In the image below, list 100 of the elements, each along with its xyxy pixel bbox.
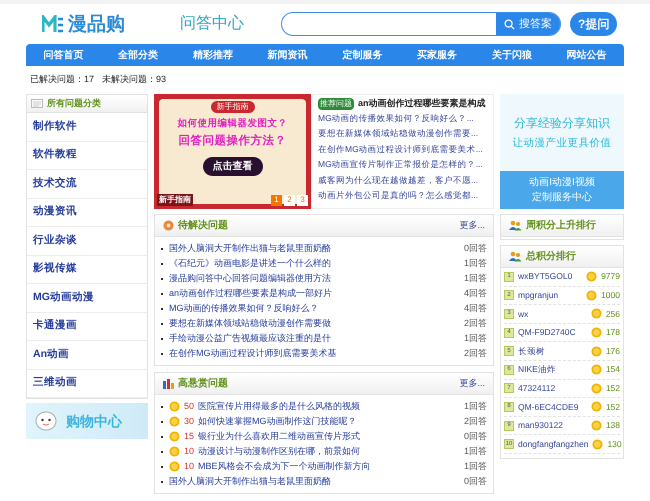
guide-banner[interactable]: 新手指南 如何使用编辑器发图文？ 回答问题操作方法？ 点击查看 新手指南 1 2 3 (154, 94, 311, 209)
answer-count: 1回答 (464, 400, 487, 413)
banner-caption: 新手指南 (157, 194, 193, 206)
user-name[interactable]: QM-F9D2740C (518, 326, 587, 339)
recommend-link[interactable]: MG动画宣传片制作正常报价是怎样的？... (318, 157, 487, 172)
coin-icon (590, 308, 602, 320)
question-link[interactable]: 国外人脑洞大开制作出猫与老鼠里面奶酪 (169, 474, 464, 488)
recommend-link[interactable]: 在创作MG动画过程设计师到底需要美术... (318, 142, 487, 157)
user-name[interactable]: QM-6EC4CDE9 (518, 400, 587, 414)
users-icon (509, 251, 522, 262)
users-icon (509, 220, 522, 231)
coin-icon (590, 346, 602, 357)
shop-banner-text: 购物中心 (66, 412, 122, 430)
answer-count: 1回答 (464, 272, 487, 285)
search-button[interactable]: 搜答案 (496, 13, 560, 35)
question-link[interactable]: an动画创作过程哪些要素是构成一部好片 (169, 286, 464, 300)
banner-badge: 新手指南 (210, 101, 254, 113)
reward-points: 10 (184, 460, 194, 473)
category-link[interactable]: 制作软件 (27, 113, 147, 142)
question-link[interactable]: 手绘动漫公益广告视频最应该注重的是什 (169, 332, 464, 346)
answer-count: 1回答 (464, 256, 487, 270)
category-link[interactable]: 影视传媒 (27, 256, 147, 284)
recommend-link[interactable]: 要想在新媒体领域站稳做动漫创作需要... (318, 126, 487, 142)
category-link[interactable]: 卡通漫画 (27, 312, 147, 341)
reward-points: 30 (184, 414, 194, 428)
nav-link[interactable]: 全部分类 (100, 44, 176, 66)
nav-link[interactable]: 新闻资讯 (250, 44, 325, 66)
search-field[interactable]: 搜答案 (281, 12, 561, 36)
category-link[interactable]: 动漫资讯 (27, 198, 147, 227)
user-name[interactable]: 长颈树 (518, 344, 587, 358)
ad-text: 让动漫产业更具价值 (512, 136, 612, 151)
more-link[interactable]: 更多... (459, 376, 485, 390)
points-value: 256 (606, 308, 620, 320)
coin-icon (590, 364, 602, 376)
sidebar-title: 所有问题分类 (47, 96, 101, 110)
user-name[interactable]: wx (518, 308, 587, 320)
question-link[interactable]: MG动画的传播效果如何？反响好么？ (169, 302, 464, 316)
ad-text: 定制服务中心 (532, 190, 592, 205)
list-icon (31, 99, 43, 108)
question-link[interactable]: 要想在新媒体领域站稳做动漫创作需要做 (169, 316, 464, 330)
nav-link[interactable]: 网站公告 (549, 44, 624, 66)
answer-count: 2回答 (464, 316, 487, 330)
recommend-link[interactable]: 动画片外包公司是真的吗？怎么感觉都... (318, 188, 487, 204)
category-link[interactable]: 三维动画 (27, 370, 147, 398)
section-title: 问答中心 (180, 14, 245, 34)
bar-chart-icon (163, 378, 174, 388)
category-link[interactable]: 软件教程 (27, 142, 147, 170)
coin-icon (169, 401, 180, 412)
answer-count: 1回答 (464, 332, 487, 345)
answer-count: 0回答 (464, 474, 487, 488)
category-link[interactable]: 技术交流 (27, 170, 147, 198)
user-name[interactable]: dongfangfangzhen (518, 438, 588, 451)
stats-text: 已解决问题：17 (30, 73, 94, 86)
category-link[interactable]: MG动画动漫 (27, 284, 147, 312)
ask-button[interactable]: ?提问 (570, 12, 618, 36)
recommend-link[interactable]: 威客网为什么现在越做越差，客户不愿... (318, 172, 487, 188)
user-name[interactable]: man930122 (518, 419, 587, 432)
recommend-title: an动画创作过程哪些要素是构成 (358, 97, 486, 110)
question-link[interactable]: 漫品购问答中心回答问题编辑器使用方法 (169, 272, 464, 286)
coin-icon (586, 290, 598, 301)
question-link[interactable]: 《石纪元》动画电影是讲述一个什么样的 (169, 256, 464, 270)
points-value: 9779 (601, 270, 620, 284)
points-value: 138 (606, 419, 620, 432)
coin-icon (586, 271, 598, 282)
coin-icon (590, 327, 602, 338)
logo-text: 漫品购 (68, 14, 125, 34)
user-name[interactable]: 47324112 (518, 382, 587, 395)
coin-icon (169, 461, 180, 472)
question-link[interactable]: 在创作MG动画过程设计师到底需要美术基 (169, 346, 464, 360)
nav-link[interactable]: 关于闪狼 (474, 44, 550, 66)
question-link[interactable]: 银行业为什么喜欢用二维动画宣传片形式 (198, 430, 464, 444)
points-value: 130 (607, 438, 622, 451)
question-link[interactable]: 动漫设计与动漫制作区别在哪，前景如何 (198, 444, 464, 458)
ad-text: 动画I动漫I视频 (529, 176, 595, 190)
nav-link[interactable]: 定制服务 (325, 44, 400, 66)
panel-title: 待解决问题 (178, 218, 228, 233)
answer-count: 4回答 (464, 302, 487, 315)
nav-link[interactable]: 买家服务 (400, 44, 474, 66)
recommend-link[interactable]: MG动画的传播效果如何？反响好么？... (318, 110, 487, 126)
category-link[interactable]: An动画 (27, 341, 147, 370)
points-value: 1000 (601, 289, 620, 302)
question-link[interactable]: MBE风格会不会成为下一个动画制作新方向 (198, 460, 464, 474)
nav-link[interactable]: 问答首页 (26, 44, 101, 66)
coin-icon (590, 401, 602, 412)
reward-points: 15 (184, 430, 194, 443)
user-name[interactable]: mpgranjun (518, 289, 582, 302)
nav-link[interactable]: 精彩推荐 (176, 44, 250, 66)
coin-icon (169, 446, 180, 457)
view-button[interactable]: 点击查看 (202, 156, 262, 176)
panel-title: 高悬赏问题 (178, 376, 228, 391)
more-link[interactable]: 更多... (459, 218, 485, 232)
question-link[interactable]: 医院宣传片用得最多的是什么风格的视频 (198, 400, 464, 414)
answer-count: 4回答 (464, 286, 487, 300)
category-link[interactable]: 行业杂谈 (27, 227, 147, 256)
recommend-tag: 推荐问题 (318, 98, 354, 110)
question-link[interactable]: 如何快速掌握MG动画制作这门技能呢？ (198, 414, 464, 428)
question-link[interactable]: 国外人脑洞大开制作出猫与老鼠里面奶酪 (169, 242, 464, 256)
user-name[interactable]: NIKE油炸 (518, 363, 587, 376)
logo-icon (42, 15, 64, 33)
user-name[interactable]: wxBYT5GOL0 (518, 270, 582, 284)
